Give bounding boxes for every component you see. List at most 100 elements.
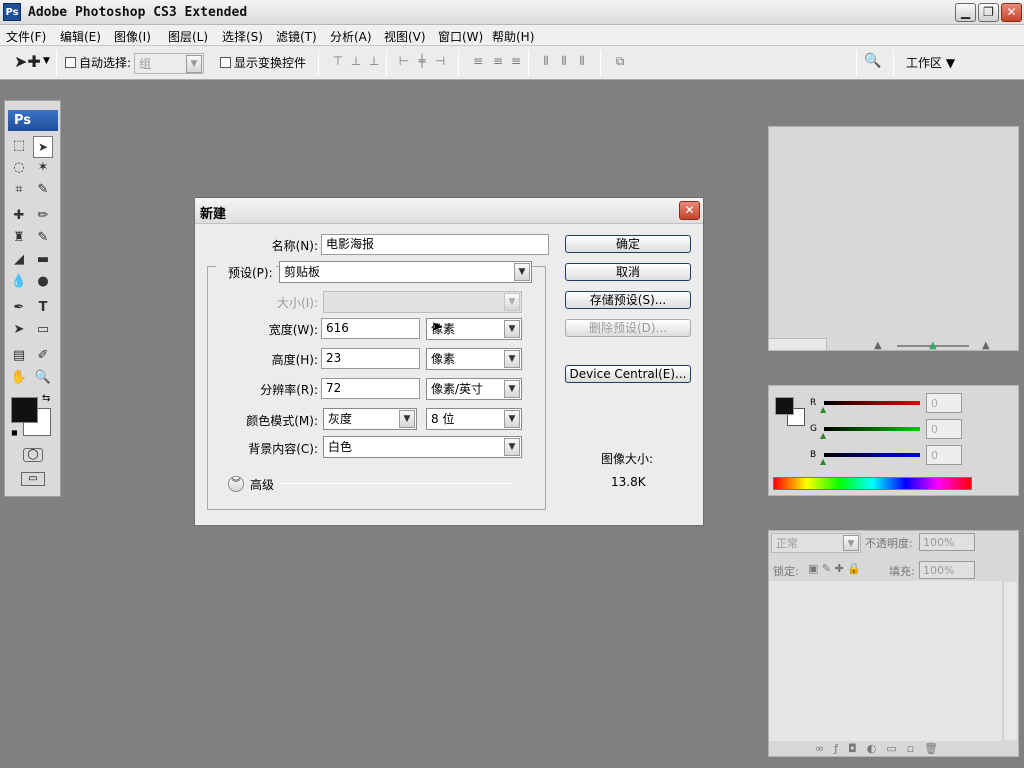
b-slider[interactable] [824,453,920,457]
g-slider[interactable] [824,427,920,431]
resolution-input[interactable]: 72 [321,378,420,399]
tool-preset-dropdown-icon[interactable]: ▼ [43,56,50,66]
lock-icons[interactable]: ▣ ✎ ✚ 🔒 [808,562,861,575]
menu-image[interactable]: 图像(I) [114,28,151,45]
navigator-zoom-field[interactable] [768,338,827,351]
distribute-bottom-icon[interactable]: ≡ [508,54,524,68]
rectangle-tool-icon[interactable]: ▭ [33,320,53,339]
workspace-button[interactable]: 工作区 ▼ [906,54,955,71]
menu-help[interactable]: 帮助(H) [492,28,534,45]
move-tool-icon[interactable]: ➤✚ [14,52,41,71]
distribute-right-icon[interactable]: ⫴ [574,54,590,68]
layers-scrollbar[interactable] [1003,582,1017,740]
layers-list[interactable] [769,581,1002,741]
zoom-in-icon[interactable]: ▲ [982,340,990,351]
menu-filter[interactable]: 滤镜(T) [276,28,317,45]
menu-layer[interactable]: 图层(L) [168,28,208,45]
height-input[interactable]: 23 [321,348,420,369]
clone-stamp-icon[interactable]: ♜ [9,228,29,247]
zoom-out-icon[interactable]: ▲ [874,340,882,351]
brush-tool-icon[interactable]: ✏ [33,206,53,225]
slider-thumb-icon[interactable]: ▲ [929,340,937,351]
distribute-left-icon[interactable]: ⫴ [538,54,554,68]
eraser-tool-icon[interactable]: ◢ [9,250,29,269]
path-select-icon[interactable]: ➤ [9,320,29,339]
auto-select-checkbox[interactable] [65,57,76,68]
width-input[interactable]: 616 [321,318,420,339]
minimize-button[interactable]: ▁ [955,3,976,22]
screen-mode-icon[interactable]: ▭ [21,472,45,486]
restore-button[interactable]: ❐ [978,3,999,22]
background-select[interactable]: 白色 ▼ [323,436,522,458]
cancel-button[interactable]: 取消 [565,263,691,281]
zoom-tool-icon[interactable]: 🔍 [33,368,53,387]
distribute-top-icon[interactable]: ≡ [470,54,486,68]
b-slider-thumb-icon[interactable]: ▲ [820,457,826,466]
distribute-hcenter-icon[interactable]: ⫴ [556,54,572,68]
r-slider[interactable] [824,401,920,405]
foreground-color-swatch[interactable] [11,397,38,423]
r-value-field[interactable]: 0 [926,393,962,413]
eyedropper-tool-icon[interactable]: ✐ [33,346,53,365]
bit-depth-select[interactable]: 8 位 ▼ [426,408,522,430]
layer-footer-icons[interactable]: ∞ƒ◘◐▭▫🗑 [815,742,948,755]
swap-colors-icon[interactable]: ⇆ [42,393,50,404]
auto-align-layers-icon[interactable]: ⧉ [612,54,628,68]
menu-window[interactable]: 窗口(W) [438,28,483,45]
healing-brush-icon[interactable]: ✚ [9,206,29,225]
close-window-button[interactable]: ✕ [1001,3,1022,22]
save-preset-button[interactable]: 存储预设(S)... [565,291,691,309]
gradient-tool-icon[interactable]: ▬ [33,250,53,269]
notes-tool-icon[interactable]: ▤ [9,346,29,365]
crop-tool-icon[interactable]: ⌗ [9,180,29,199]
type-tool-icon[interactable]: T [33,298,53,317]
show-transform-checkbox[interactable] [220,57,231,68]
size-select[interactable]: ▼ [323,291,522,313]
fill-field[interactable]: 100% [919,561,975,579]
color-fg-swatch[interactable] [775,397,794,415]
align-left-icon[interactable]: ⊢ [396,54,412,68]
menu-analysis[interactable]: 分析(A) [330,28,372,45]
align-vcenter-icon[interactable]: ⊥ [348,54,364,68]
preset-select[interactable]: 剪贴板 ▼ [279,261,532,283]
bridge-icon[interactable]: 🔍 [864,53,886,71]
align-bottom-icon[interactable]: ⊥ [366,54,382,68]
distribute-vcenter-icon[interactable]: ≡ [490,54,506,68]
device-central-button[interactable]: Device Central(E)... [565,365,691,383]
menu-edit[interactable]: 编辑(E) [60,28,101,45]
color-spectrum-bar[interactable] [773,477,972,490]
b-value-field[interactable]: 0 [926,445,962,465]
dodge-tool-icon[interactable]: ● [33,272,53,291]
blend-mode-select[interactable]: 正常 ▼ [771,533,861,553]
align-hcenter-icon[interactable]: ╪ [414,54,430,68]
menu-file[interactable]: 文件(F) [6,28,46,45]
hand-tool-icon[interactable]: ✋ [9,368,29,387]
align-top-icon[interactable]: ⊤ [330,54,346,68]
advanced-toggle-icon[interactable]: ︾ [228,476,244,492]
dialog-close-button[interactable]: ✕ [679,201,700,220]
menu-view[interactable]: 视图(V) [384,28,426,45]
delete-preset-button[interactable]: 删除预设(D)... [565,319,691,337]
pen-tool-icon[interactable]: ✒ [9,298,29,317]
lasso-tool-icon[interactable]: ◌ [9,158,29,177]
auto-select-target-select[interactable]: 组 ▼ [134,53,204,74]
g-value-field[interactable]: 0 [926,419,962,439]
height-unit-select[interactable]: 像素 ▼ [426,348,522,370]
marquee-tool-icon[interactable]: ⬚ [9,136,29,155]
menu-select[interactable]: 选择(S) [222,28,263,45]
move-tool-button-icon[interactable]: ➤ [33,136,53,158]
magic-wand-tool-icon[interactable]: ✶ [33,158,53,177]
align-right-icon[interactable]: ⊣ [432,54,448,68]
ok-button[interactable]: 确定 [565,235,691,253]
name-input[interactable]: 电影海报 [321,234,549,255]
opacity-field[interactable]: 100% [919,533,975,551]
blur-tool-icon[interactable]: 💧 [9,272,29,291]
default-colors-icon[interactable]: ◼ [11,428,18,437]
history-brush-icon[interactable]: ✎ [33,228,53,247]
slice-tool-icon[interactable]: ✎ [33,180,53,199]
resolution-unit-select[interactable]: 像素/英寸 ▼ [426,378,522,400]
g-slider-thumb-icon[interactable]: ▲ [820,431,826,440]
color-mode-select[interactable]: 灰度 ▼ [323,408,417,430]
quick-mask-icon[interactable]: ◯ [23,448,43,462]
r-slider-thumb-icon[interactable]: ▲ [820,405,826,414]
